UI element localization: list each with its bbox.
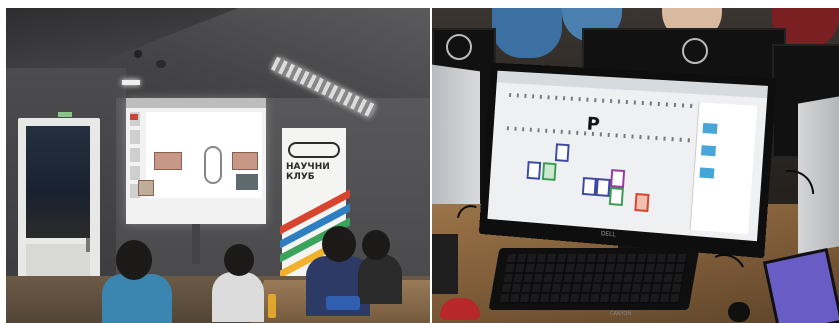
picture-card <box>541 162 557 181</box>
slide-thumbnail-image <box>138 180 154 196</box>
door-handle <box>86 238 90 252</box>
main-monitor: P DELL <box>478 62 777 259</box>
ceiling-camera <box>156 60 166 68</box>
picture-card <box>526 161 542 180</box>
bag <box>326 296 360 310</box>
panel-block-button <box>699 167 715 179</box>
exit-sign <box>58 112 72 117</box>
dell-logo-icon <box>446 34 472 60</box>
banner-title: НАУЧНИ КЛУБ <box>286 162 346 182</box>
student <box>492 8 562 58</box>
picture-card <box>634 192 650 213</box>
dotted-line <box>509 92 697 109</box>
picture-card <box>581 177 597 196</box>
monitor-display: P <box>487 70 769 242</box>
panel-block-button <box>700 145 716 157</box>
slide-image-card <box>154 152 182 170</box>
chair <box>432 234 458 294</box>
red-object <box>440 298 480 320</box>
ceiling-light <box>122 80 140 85</box>
projected-toolbar <box>126 98 266 108</box>
picture-card <box>554 143 570 163</box>
student-head <box>116 240 152 280</box>
slide-photo <box>236 174 258 190</box>
slide-image-card <box>232 152 258 170</box>
bottle <box>268 294 276 318</box>
banner-logo-icon <box>288 142 340 158</box>
student-head <box>322 226 356 262</box>
presentation-app-icon <box>130 114 138 120</box>
door-window <box>26 126 90 238</box>
picture-card <box>595 178 611 197</box>
picture-card <box>610 169 626 189</box>
student-head <box>362 230 390 260</box>
keyboard-keys <box>499 254 689 304</box>
panel-block-button <box>702 122 718 134</box>
keyboard-brand-label: CANYON <box>610 311 632 317</box>
classroom-photo: НАУЧНИ КЛУБ <box>6 8 430 323</box>
student-head <box>224 244 254 276</box>
dell-logo-icon <box>682 38 708 64</box>
student-body <box>102 274 172 323</box>
dotted-line <box>506 126 694 143</box>
mouse <box>728 302 750 322</box>
banner-title-line2: КЛУБ <box>286 172 315 182</box>
workstation-photo: P DELL CANYON <box>432 8 839 323</box>
slide-oval-shape <box>204 146 222 184</box>
banner-title-line1: НАУЧНИ <box>286 162 330 172</box>
picture-card <box>608 187 624 207</box>
student-body <box>358 254 402 304</box>
ceiling-sensor <box>134 50 142 58</box>
tablet <box>762 247 839 323</box>
student-body <box>212 272 264 322</box>
monitor-brand-label: DELL <box>600 230 617 239</box>
side-monitor-screen <box>432 64 480 212</box>
screen-stand <box>192 224 200 264</box>
